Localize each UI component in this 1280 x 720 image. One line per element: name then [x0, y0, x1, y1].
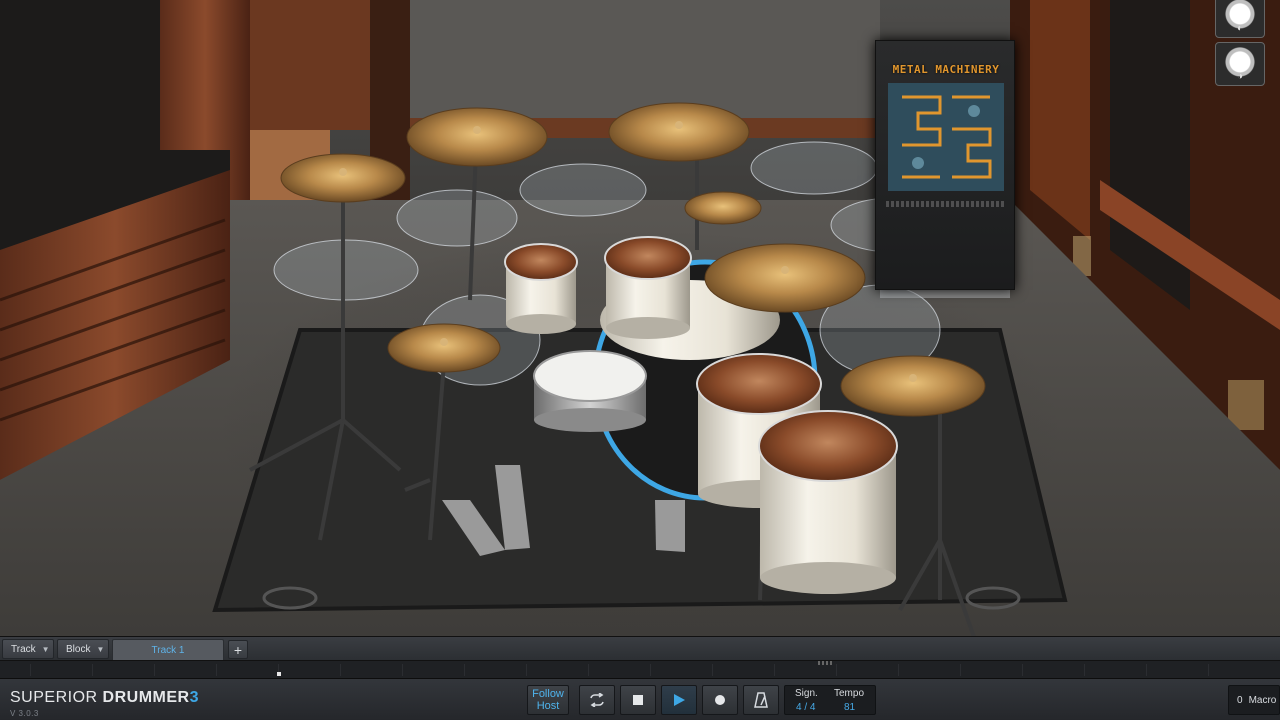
playhead-marker[interactable] — [277, 672, 281, 676]
play-icon — [674, 694, 685, 706]
banner-title: METAL MACHINERY — [892, 63, 1000, 76]
macro-count: 0 — [1237, 694, 1243, 706]
track-menu-button[interactable]: Track ▼ — [2, 639, 54, 659]
camera-view-button-1[interactable]: ◐ — [1215, 0, 1265, 38]
transport-bar: SUPERIOR DRUMMER3 V 3.0.3 Follow Host Si… — [0, 678, 1280, 720]
timeline-ruler — [30, 664, 1270, 676]
play-button[interactable] — [661, 685, 697, 715]
camera-view-button-2[interactable]: ◑ — [1215, 42, 1265, 86]
banner-logo-icon — [888, 83, 1004, 191]
follow-host-button[interactable]: Follow Host — [527, 685, 569, 715]
signature-label: Sign. — [795, 688, 818, 699]
track-menu-label: Track — [11, 643, 36, 655]
song-track-bar: Track ▼ Block ▼ Track 1 + — [0, 636, 1280, 661]
logo-number: 3 — [189, 689, 199, 706]
tempo-value[interactable]: 81 — [844, 702, 855, 713]
chevron-down-icon: ▼ — [41, 644, 50, 654]
superior-drummer-logo: SUPERIOR DRUMMER3 — [10, 689, 199, 707]
drum-tom-icon: ◑ — [1236, 71, 1244, 82]
record-button[interactable] — [702, 685, 738, 715]
signature-tempo-display[interactable]: Sign. 4 / 4 Tempo 81 — [784, 685, 876, 715]
song-timeline[interactable] — [0, 660, 1280, 678]
drum-snare-icon: ◐ — [1236, 23, 1244, 34]
loop-button[interactable] — [579, 685, 615, 715]
block-menu-label: Block — [66, 643, 91, 655]
follow-host-line2: Host — [536, 700, 560, 712]
drum-kit-stage[interactable]: METAL MACHINERY ◐ ◑ — [0, 0, 1280, 636]
block-menu-button[interactable]: Block ▼ — [57, 639, 109, 659]
record-icon — [715, 695, 725, 705]
chevron-down-icon: ▼ — [96, 644, 105, 654]
signature-value[interactable]: 4 / 4 — [796, 702, 815, 713]
macro-button[interactable]: 0 Macro — [1228, 685, 1280, 715]
version-label: V 3.0.3 — [10, 709, 39, 718]
tab-track-1[interactable]: Track 1 — [112, 639, 224, 661]
metronome-icon — [754, 692, 768, 708]
follow-host-line1: Follow — [532, 688, 564, 700]
loop-icon — [590, 693, 604, 707]
logo-drummer: DRUMMER — [102, 689, 190, 706]
stop-icon — [633, 695, 643, 705]
drum-room-scene — [0, 0, 1280, 636]
stop-button[interactable] — [620, 685, 656, 715]
tempo-label: Tempo — [834, 688, 865, 699]
logo-superior: SUPERIOR — [10, 689, 98, 706]
add-track-button[interactable]: + — [228, 640, 248, 659]
banner-fineprint — [886, 201, 1006, 207]
metronome-button[interactable] — [743, 685, 779, 715]
macro-label: Macro — [1248, 694, 1277, 706]
metal-machinery-banner: METAL MACHINERY — [875, 40, 1015, 290]
